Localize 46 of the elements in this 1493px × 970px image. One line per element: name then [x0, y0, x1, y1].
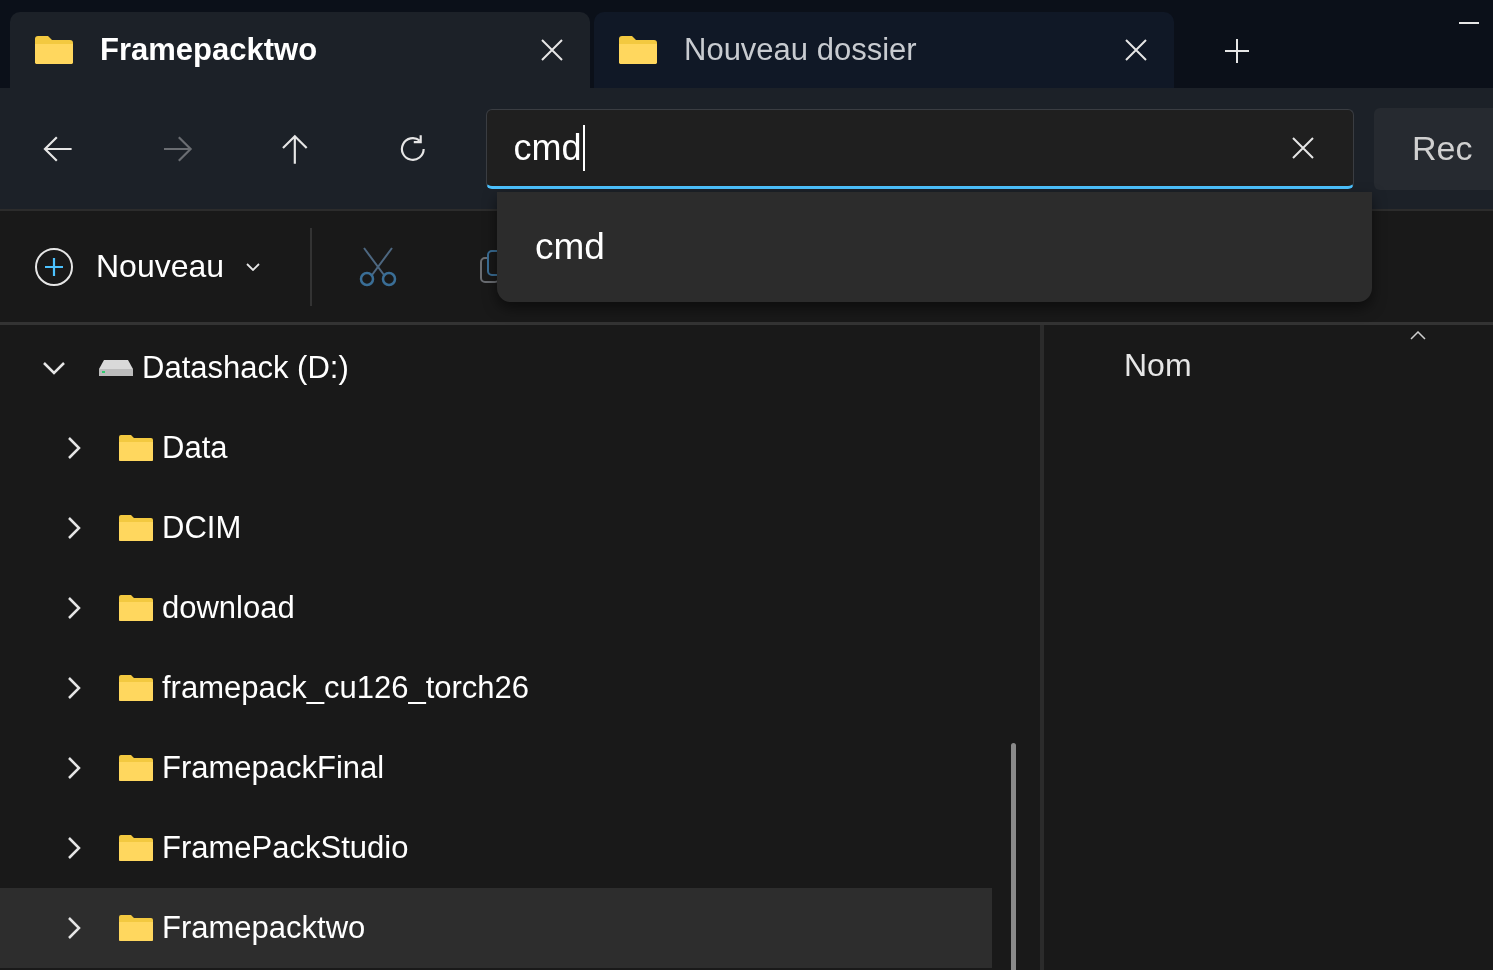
scrollbar[interactable] [1011, 743, 1016, 970]
tree-label: Data [162, 430, 228, 466]
folder-icon [118, 594, 154, 622]
tree-item[interactable]: framepack_cu126_torch26 [0, 648, 992, 728]
new-button[interactable]: Nouveau [34, 246, 261, 287]
tree-label: framepack_cu126_torch26 [162, 670, 530, 706]
clear-icon[interactable] [1291, 135, 1316, 160]
folder-icon [118, 514, 154, 542]
tree-item[interactable]: Data [0, 408, 992, 488]
folder-icon [34, 35, 74, 65]
sort-caret-icon[interactable] [1410, 331, 1426, 340]
drive-icon [98, 359, 134, 377]
folder-icon [118, 914, 154, 942]
tree-item[interactable]: Framepacktwo [0, 888, 992, 968]
tree-item[interactable]: DCIM [0, 488, 992, 568]
column-header[interactable]: Nom [1124, 347, 1192, 383]
close-icon[interactable] [1124, 38, 1148, 62]
tree-item[interactable]: FramePackStudio [0, 808, 992, 888]
folder-icon [118, 754, 154, 782]
search-field[interactable]: cmd [486, 108, 1355, 189]
tree-item[interactable]: download [0, 568, 992, 648]
forward-arrow-icon[interactable] [161, 134, 194, 163]
up-arrow-icon[interactable] [281, 132, 309, 165]
recent-button[interactable]: Rec [1374, 107, 1493, 190]
folder-icon [118, 834, 154, 862]
tree-label: download [162, 590, 295, 626]
tab[interactable]: Framepacktwo [10, 12, 590, 88]
tree-item[interactable]: Datashack (D:) [0, 328, 992, 408]
folder-icon [118, 674, 154, 702]
tree-label: Datashack (D:) [142, 350, 349, 386]
tree-label: DCIM [162, 510, 242, 546]
plus-circle-icon [34, 246, 74, 287]
tree-label: FramePackStudio [162, 830, 409, 866]
search-text: cmd [513, 126, 582, 169]
tab[interactable]: Nouveau dossier [594, 12, 1174, 88]
back-arrow-icon[interactable] [42, 134, 74, 163]
folder-icon [118, 434, 154, 462]
suggestion-item[interactable]: cmd [497, 226, 605, 268]
close-icon[interactable] [540, 38, 564, 62]
folder-icon [618, 35, 658, 65]
tree-label: Framepacktwo [162, 910, 366, 946]
tree-item[interactable]: FramepackFinal [0, 728, 992, 808]
tree-label: FramepackFinal [162, 750, 385, 786]
chevron-down-icon [246, 262, 261, 271]
new-tab-icon[interactable] [1224, 38, 1250, 64]
scissors-icon[interactable] [358, 246, 399, 287]
